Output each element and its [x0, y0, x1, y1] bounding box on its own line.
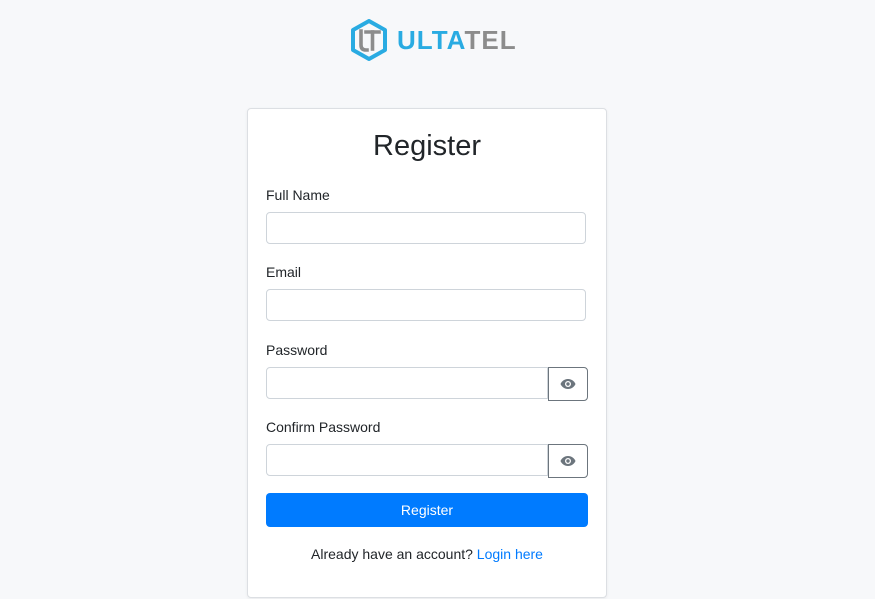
full-name-input[interactable] [266, 212, 586, 244]
login-prompt-text: Already have an account? [311, 546, 473, 562]
toggle-password-visibility-button[interactable] [548, 367, 588, 401]
eye-icon [560, 456, 576, 466]
ut-hexagon-logo-icon [351, 19, 387, 61]
brand-name-part2: TEL [464, 25, 517, 55]
password-input[interactable] [266, 367, 548, 399]
eye-icon [560, 379, 576, 389]
confirm-password-label: Confirm Password [266, 419, 381, 435]
login-link[interactable]: Login here [477, 546, 543, 562]
full-name-label: Full Name [266, 187, 330, 203]
register-card: Register Full Name Email Password Confir… [247, 108, 607, 598]
register-page: ULTATEL Register Full Name Email Passwor… [0, 0, 875, 599]
login-prompt: Already have an account? Login here [248, 545, 606, 563]
page-title: Register [373, 130, 481, 162]
password-label: Password [266, 342, 328, 358]
brand-logo: ULTATEL [350, 18, 517, 62]
register-button[interactable]: Register [266, 493, 588, 527]
toggle-confirm-password-visibility-button[interactable] [548, 444, 588, 478]
confirm-password-input[interactable] [266, 444, 548, 476]
email-input[interactable] [266, 289, 586, 321]
email-label: Email [266, 264, 302, 280]
brand-name: ULTATEL [397, 18, 517, 62]
brand-name-part1: ULTA [397, 25, 465, 55]
